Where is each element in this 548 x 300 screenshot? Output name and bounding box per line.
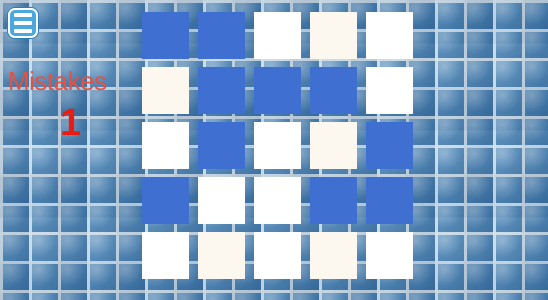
menu-icon-bar bbox=[14, 13, 32, 17]
board-cell[interactable] bbox=[366, 122, 413, 169]
board-cell[interactable] bbox=[310, 122, 357, 169]
board-cell[interactable] bbox=[310, 12, 357, 59]
board-cell[interactable] bbox=[142, 177, 189, 224]
board-cell[interactable] bbox=[366, 67, 413, 114]
board-cell[interactable] bbox=[254, 67, 301, 114]
menu-icon-bar bbox=[14, 29, 32, 33]
board-cell[interactable] bbox=[254, 12, 301, 59]
board-cell[interactable] bbox=[254, 232, 301, 279]
menu-button[interactable] bbox=[8, 8, 38, 38]
board-cell[interactable] bbox=[198, 67, 245, 114]
board-cell[interactable] bbox=[198, 12, 245, 59]
menu-icon-bar bbox=[14, 21, 32, 25]
board-cell[interactable] bbox=[142, 122, 189, 169]
board-cell[interactable] bbox=[198, 177, 245, 224]
board-cell[interactable] bbox=[254, 122, 301, 169]
mistakes-label: Mistakes bbox=[8, 66, 107, 96]
board-cell[interactable] bbox=[310, 67, 357, 114]
board-cell[interactable] bbox=[366, 12, 413, 59]
board-cell[interactable] bbox=[142, 67, 189, 114]
board-cell[interactable] bbox=[366, 232, 413, 279]
board-cell[interactable] bbox=[310, 232, 357, 279]
board-cell[interactable] bbox=[198, 122, 245, 169]
board-cell[interactable] bbox=[142, 12, 189, 59]
mistakes-count: 1 bbox=[60, 102, 82, 144]
board-cell[interactable] bbox=[254, 177, 301, 224]
board-cell[interactable] bbox=[142, 232, 189, 279]
game-board bbox=[142, 12, 413, 279]
board-cell[interactable] bbox=[310, 177, 357, 224]
board-cell[interactable] bbox=[198, 232, 245, 279]
board-cell[interactable] bbox=[366, 177, 413, 224]
